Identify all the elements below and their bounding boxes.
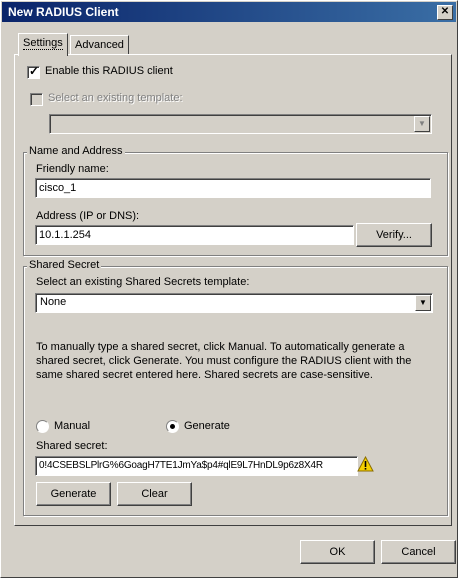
settings-panel: ✓ Enable this RADIUS client Select an ex… [14,54,452,526]
existing-template-label: Select an existing template: [48,92,183,104]
enable-client-checkbox[interactable]: ✓ [27,64,40,79]
title-bar[interactable]: New RADIUS Client ✕ [2,2,456,22]
clear-button[interactable]: Clear [117,482,192,506]
manual-radio-label[interactable]: Manual [54,420,90,432]
tab-advanced[interactable]: Advanced [70,35,129,55]
shared-secret-label: Shared secret: [36,440,108,452]
close-icon[interactable]: ✕ [437,5,453,20]
check-mark-icon: ✓ [29,64,40,78]
secret-template-label: Select an existing Shared Secrets templa… [36,276,250,288]
name-address-group-label: Name and Address [27,145,125,157]
window-title: New RADIUS Client [8,5,119,19]
radio-selected-dot [170,424,175,429]
friendly-name-value: cisco_1 [39,182,77,194]
shared-secret-value: 0!4CSEBSLPlrG%6GoagH7TE1JmYa$p4#qlE9L7Hn… [39,460,323,471]
shared-secret-group-label: Shared Secret [27,259,102,271]
cancel-button[interactable]: Cancel [381,540,456,564]
tab-settings[interactable]: Settings [18,33,68,56]
generate-radio[interactable] [166,420,179,433]
shared-secret-field[interactable]: 0!4CSEBSLPlrG%6GoagH7TE1JmYa$p4#qlE9L7Hn… [35,456,358,476]
manual-radio[interactable] [36,420,49,433]
friendly-name-field[interactable]: cisco_1 [35,178,431,198]
secret-template-select[interactable]: None ▼ [35,293,433,313]
verify-button[interactable]: Verify... [356,223,432,247]
friendly-name-label: Friendly name: [36,163,109,175]
existing-template-checkbox[interactable] [30,93,43,106]
tab-settings-label: Settings [23,37,63,50]
chevron-down-icon[interactable]: ▼ [414,116,430,132]
tab-advanced-label: Advanced [75,39,124,51]
secret-template-value: None [40,296,67,308]
warning-icon [357,456,374,472]
chevron-down-icon[interactable]: ▼ [415,295,431,311]
existing-template-select[interactable]: ▼ [49,114,432,134]
address-value: 10.1.1.254 [39,229,91,241]
address-field[interactable]: 10.1.1.254 [35,225,354,245]
address-label: Address (IP or DNS): [36,210,140,222]
ok-button[interactable]: OK [300,540,375,564]
generate-radio-label[interactable]: Generate [184,420,230,432]
shared-secret-info-text: To manually type a shared secret, click … [36,341,412,381]
generate-button[interactable]: Generate [36,482,111,506]
dialog-window: New RADIUS Client ✕ Settings Advanced ✓ … [0,0,458,578]
enable-client-label[interactable]: Enable this RADIUS client [45,65,173,77]
